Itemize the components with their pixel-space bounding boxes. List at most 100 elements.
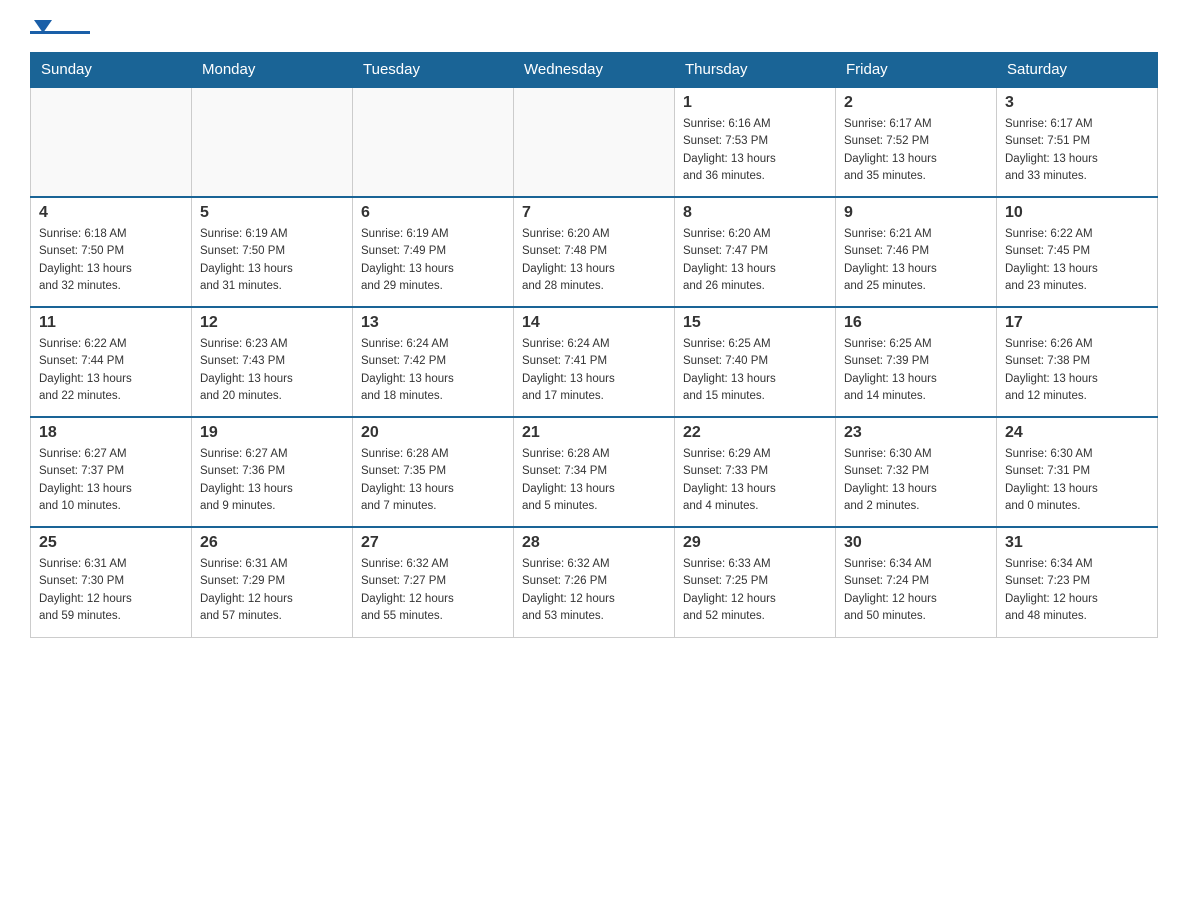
day-info: Sunrise: 6:28 AM Sunset: 7:35 PM Dayligh… [361, 446, 505, 515]
calendar-cell: 26 Sunrise: 6:31 AM Sunset: 7:29 PM Dayli… [192, 527, 353, 637]
day-number: 30 [844, 534, 988, 552]
calendar-cell: 10Sunrise: 6:22 AM Sunset: 7:45 PM Dayli… [997, 197, 1158, 307]
page-header [30, 20, 1158, 34]
weekday-header-sunday: Sunday [31, 53, 192, 88]
day-info: Sunrise: 6:23 AM Sunset: 7:43 PM Dayligh… [200, 336, 344, 405]
calendar-cell [192, 87, 353, 197]
day-number: 21 [522, 424, 666, 442]
day-number: 7 [522, 204, 666, 222]
weekday-header-thursday: Thursday [675, 53, 836, 88]
day-number: 1 [683, 94, 827, 112]
day-info: Sunrise: 6:32 AM Sunset: 7:26 PM Dayligh… [522, 556, 666, 625]
calendar-cell: 24 Sunrise: 6:30 AM Sunset: 7:31 PM Dayli… [997, 417, 1158, 527]
weekday-header-tuesday: Tuesday [353, 53, 514, 88]
weekday-header-row: SundayMondayTuesdayWednesdayThursdayFrid… [31, 53, 1158, 88]
weekday-header-friday: Friday [836, 53, 997, 88]
day-number: 18 [39, 424, 183, 442]
calendar-table: SundayMondayTuesdayWednesdayThursdayFrid… [30, 52, 1158, 638]
day-info: Sunrise: 6:17 AM Sunset: 7:52 PM Dayligh… [844, 116, 988, 185]
calendar-cell [353, 87, 514, 197]
calendar-cell: 16 Sunrise: 6:25 AM Sunset: 7:39 PM Dayli… [836, 307, 997, 417]
day-number: 12 [200, 314, 344, 332]
calendar-cell: 2 Sunrise: 6:17 AM Sunset: 7:52 PM Daylig… [836, 87, 997, 197]
day-info: Sunrise: 6:34 AM Sunset: 7:23 PM Dayligh… [1005, 556, 1149, 625]
day-info: Sunrise: 6:33 AM Sunset: 7:25 PM Dayligh… [683, 556, 827, 625]
day-number: 5 [200, 204, 344, 222]
day-info: Sunrise: 6:34 AM Sunset: 7:24 PM Dayligh… [844, 556, 988, 625]
calendar-cell: 8 Sunrise: 6:20 AM Sunset: 7:47 PM Daylig… [675, 197, 836, 307]
calendar-cell: 15 Sunrise: 6:25 AM Sunset: 7:40 PM Dayli… [675, 307, 836, 417]
calendar-cell: 14 Sunrise: 6:24 AM Sunset: 7:41 PM Dayli… [514, 307, 675, 417]
day-number: 24 [1005, 424, 1149, 442]
day-info: Sunrise: 6:32 AM Sunset: 7:27 PM Dayligh… [361, 556, 505, 625]
day-info: Sunrise: 6:31 AM Sunset: 7:29 PM Dayligh… [200, 556, 344, 625]
day-number: 11 [39, 314, 183, 332]
day-number: 20 [361, 424, 505, 442]
day-info: Sunrise: 6:31 AM Sunset: 7:30 PM Dayligh… [39, 556, 183, 625]
day-info: Sunrise: 6:22 AM Sunset: 7:44 PM Dayligh… [39, 336, 183, 405]
day-info: Sunrise: 6:28 AM Sunset: 7:34 PM Dayligh… [522, 446, 666, 515]
day-number: 15 [683, 314, 827, 332]
week-row-3: 11 Sunrise: 6:22 AM Sunset: 7:44 PM Dayli… [31, 307, 1158, 417]
calendar-cell: 21 Sunrise: 6:28 AM Sunset: 7:34 PM Dayli… [514, 417, 675, 527]
week-row-1: 1Sunrise: 6:16 AM Sunset: 7:53 PM Daylig… [31, 87, 1158, 197]
calendar-cell [514, 87, 675, 197]
day-number: 13 [361, 314, 505, 332]
day-number: 4 [39, 204, 183, 222]
day-number: 29 [683, 534, 827, 552]
calendar-cell: 29 Sunrise: 6:33 AM Sunset: 7:25 PM Dayli… [675, 527, 836, 637]
day-number: 14 [522, 314, 666, 332]
day-number: 9 [844, 204, 988, 222]
logo [30, 20, 94, 34]
day-info: Sunrise: 6:30 AM Sunset: 7:32 PM Dayligh… [844, 446, 988, 515]
calendar-cell: 17Sunrise: 6:26 AM Sunset: 7:38 PM Dayli… [997, 307, 1158, 417]
calendar-cell [31, 87, 192, 197]
day-number: 31 [1005, 534, 1149, 552]
calendar-cell: 12 Sunrise: 6:23 AM Sunset: 7:43 PM Dayli… [192, 307, 353, 417]
calendar-cell: 6 Sunrise: 6:19 AM Sunset: 7:49 PM Daylig… [353, 197, 514, 307]
day-info: Sunrise: 6:17 AM Sunset: 7:51 PM Dayligh… [1005, 116, 1149, 185]
day-info: Sunrise: 6:25 AM Sunset: 7:40 PM Dayligh… [683, 336, 827, 405]
day-number: 2 [844, 94, 988, 112]
calendar-cell: 27 Sunrise: 6:32 AM Sunset: 7:27 PM Dayli… [353, 527, 514, 637]
calendar-cell: 19 Sunrise: 6:27 AM Sunset: 7:36 PM Dayli… [192, 417, 353, 527]
calendar-cell: 11 Sunrise: 6:22 AM Sunset: 7:44 PM Dayli… [31, 307, 192, 417]
day-info: Sunrise: 6:30 AM Sunset: 7:31 PM Dayligh… [1005, 446, 1149, 515]
day-number: 19 [200, 424, 344, 442]
day-info: Sunrise: 6:19 AM Sunset: 7:49 PM Dayligh… [361, 226, 505, 295]
day-info: Sunrise: 6:18 AM Sunset: 7:50 PM Dayligh… [39, 226, 183, 295]
day-number: 28 [522, 534, 666, 552]
day-info: Sunrise: 6:25 AM Sunset: 7:39 PM Dayligh… [844, 336, 988, 405]
week-row-2: 4 Sunrise: 6:18 AM Sunset: 7:50 PM Daylig… [31, 197, 1158, 307]
day-number: 22 [683, 424, 827, 442]
day-info: Sunrise: 6:20 AM Sunset: 7:47 PM Dayligh… [683, 226, 827, 295]
day-info: Sunrise: 6:27 AM Sunset: 7:36 PM Dayligh… [200, 446, 344, 515]
day-info: Sunrise: 6:24 AM Sunset: 7:41 PM Dayligh… [522, 336, 666, 405]
day-info: Sunrise: 6:24 AM Sunset: 7:42 PM Dayligh… [361, 336, 505, 405]
day-info: Sunrise: 6:29 AM Sunset: 7:33 PM Dayligh… [683, 446, 827, 515]
weekday-header-monday: Monday [192, 53, 353, 88]
day-info: Sunrise: 6:21 AM Sunset: 7:46 PM Dayligh… [844, 226, 988, 295]
weekday-header-saturday: Saturday [997, 53, 1158, 88]
day-number: 27 [361, 534, 505, 552]
calendar-cell: 7Sunrise: 6:20 AM Sunset: 7:48 PM Daylig… [514, 197, 675, 307]
day-info: Sunrise: 6:26 AM Sunset: 7:38 PM Dayligh… [1005, 336, 1149, 405]
day-number: 16 [844, 314, 988, 332]
calendar-cell: 4 Sunrise: 6:18 AM Sunset: 7:50 PM Daylig… [31, 197, 192, 307]
calendar-cell: 28 Sunrise: 6:32 AM Sunset: 7:26 PM Dayli… [514, 527, 675, 637]
calendar-cell: 1Sunrise: 6:16 AM Sunset: 7:53 PM Daylig… [675, 87, 836, 197]
day-info: Sunrise: 6:27 AM Sunset: 7:37 PM Dayligh… [39, 446, 183, 515]
calendar-cell: 31 Sunrise: 6:34 AM Sunset: 7:23 PM Dayli… [997, 527, 1158, 637]
week-row-4: 18 Sunrise: 6:27 AM Sunset: 7:37 PM Dayli… [31, 417, 1158, 527]
day-number: 8 [683, 204, 827, 222]
day-number: 26 [200, 534, 344, 552]
day-number: 6 [361, 204, 505, 222]
calendar-cell: 25Sunrise: 6:31 AM Sunset: 7:30 PM Dayli… [31, 527, 192, 637]
weekday-header-wednesday: Wednesday [514, 53, 675, 88]
calendar-cell: 23 Sunrise: 6:30 AM Sunset: 7:32 PM Dayli… [836, 417, 997, 527]
day-info: Sunrise: 6:19 AM Sunset: 7:50 PM Dayligh… [200, 226, 344, 295]
day-number: 23 [844, 424, 988, 442]
logo-line [30, 31, 90, 34]
day-number: 10 [1005, 204, 1149, 222]
calendar-cell: 9 Sunrise: 6:21 AM Sunset: 7:46 PM Daylig… [836, 197, 997, 307]
